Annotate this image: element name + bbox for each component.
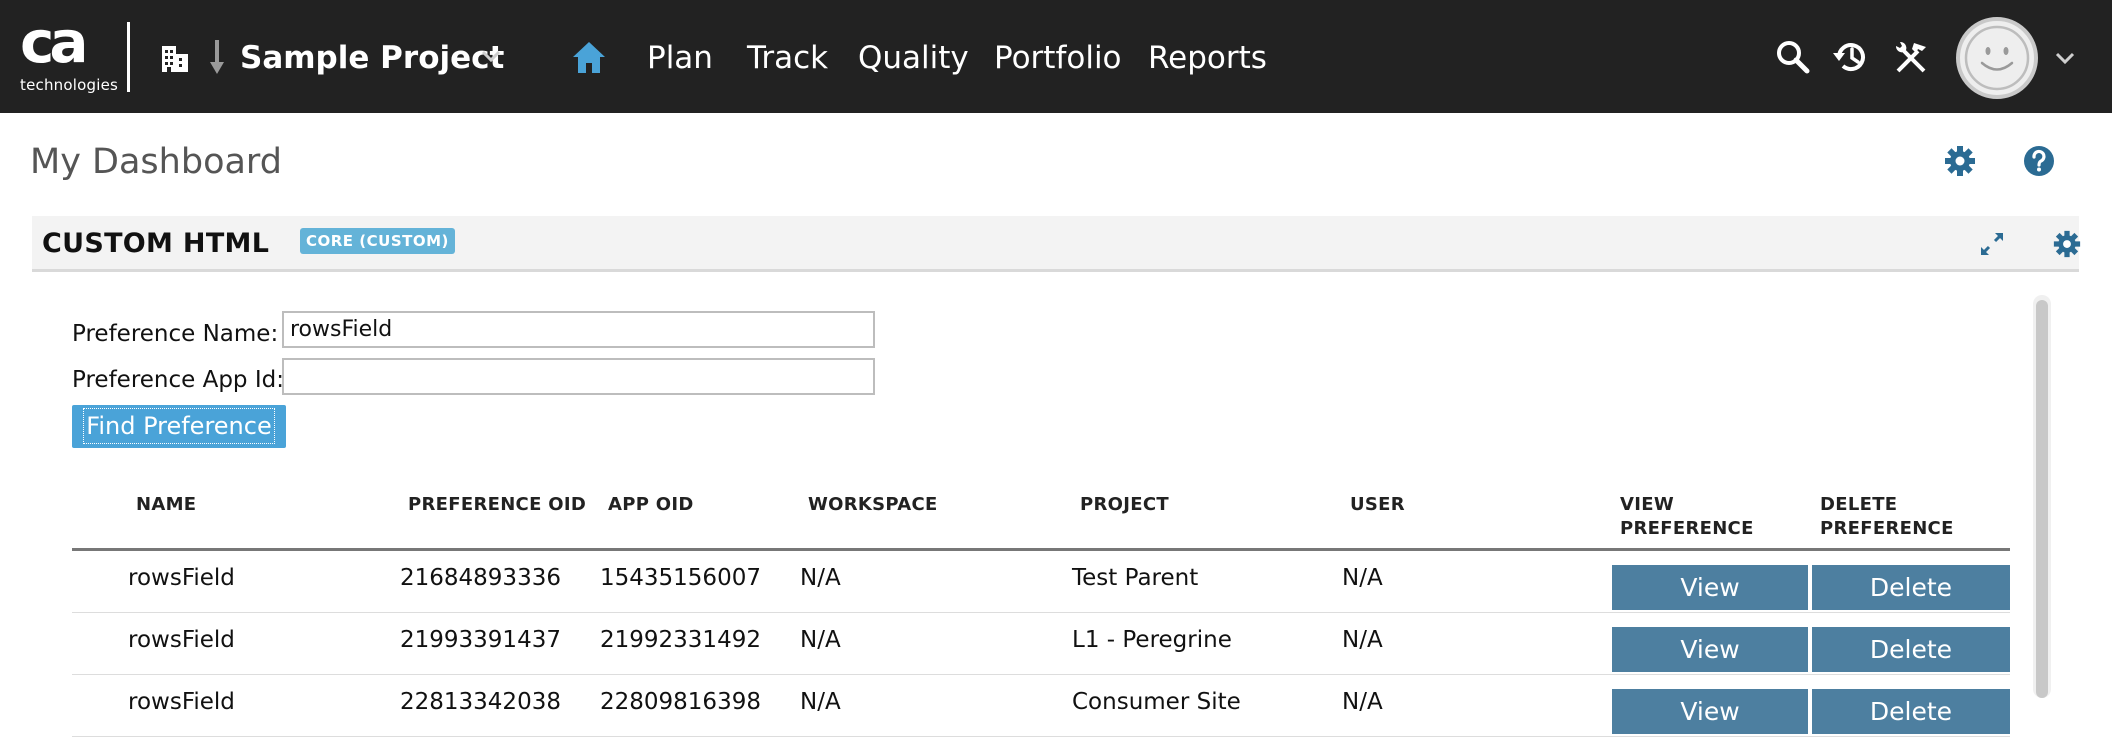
expand-icon[interactable]: [1978, 230, 2006, 258]
ca-technologies-logo[interactable]: ca technologies: [18, 10, 118, 96]
cell-preference-oid: 21993391437: [400, 627, 561, 653]
column-header-delete-preference: DELETE PREFERENCE: [1820, 494, 1954, 539]
cell-project: Consumer Site: [1072, 689, 1241, 715]
arrow-down-icon: [210, 40, 224, 74]
preference-app-id-label: Preference App Id:: [72, 367, 284, 393]
cell-project: L1 - Peregrine: [1072, 627, 1232, 653]
tools-icon[interactable]: [1892, 38, 1930, 76]
delete-button[interactable]: Delete: [1812, 627, 2010, 672]
nav-portfolio[interactable]: Portfolio: [994, 38, 1122, 78]
help-icon[interactable]: [2023, 145, 2055, 177]
delete-button[interactable]: Delete: [1812, 689, 2010, 734]
cell-user: N/A: [1342, 565, 1383, 591]
home-icon[interactable]: [571, 40, 607, 74]
find-preference-button[interactable]: Find Preference: [72, 405, 286, 448]
column-header-name: NAME: [136, 494, 197, 515]
cell-name: rowsField: [128, 689, 235, 715]
scrollbar-thumb[interactable]: [2036, 300, 2048, 698]
cell-preference-oid: 21684893336: [400, 565, 561, 591]
cell-name: rowsField: [128, 565, 235, 591]
cell-workspace: N/A: [800, 627, 841, 653]
smiley-face-icon: [1964, 25, 2030, 91]
logo-mark: ca: [20, 8, 88, 76]
cell-workspace: N/A: [800, 565, 841, 591]
search-icon[interactable]: [1774, 38, 1812, 76]
delete-button[interactable]: Delete: [1812, 565, 2010, 610]
panel-type-badge: CORE (CUSTOM): [300, 228, 455, 254]
table-row: rowsField 21684893336 15435156007 N/A Te…: [72, 551, 2010, 613]
view-button[interactable]: View: [1612, 565, 1808, 610]
column-header-project: PROJECT: [1080, 494, 1169, 515]
cell-project: Test Parent: [1072, 565, 1199, 591]
nav-track[interactable]: Track: [747, 38, 828, 78]
nav-quality[interactable]: Quality: [858, 38, 969, 78]
panel-title: CUSTOM HTML: [42, 228, 270, 259]
column-header-app-oid: APP OID: [608, 494, 694, 515]
view-button[interactable]: View: [1612, 627, 1808, 672]
view-button[interactable]: View: [1612, 689, 1808, 734]
cell-app-oid: 15435156007: [600, 565, 761, 591]
cell-workspace: N/A: [800, 689, 841, 715]
user-avatar[interactable]: [1956, 17, 2038, 99]
cell-app-oid: 22809816398: [600, 689, 761, 715]
chevron-down-icon[interactable]: [480, 48, 502, 64]
history-icon[interactable]: [1832, 38, 1870, 76]
logo-subtext: technologies: [20, 76, 119, 94]
preference-name-label: Preference Name:: [72, 321, 279, 347]
project-selector[interactable]: Sample Project: [240, 38, 504, 78]
top-navigation-bar: ca technologies Sample Project Plan Trac…: [0, 0, 2112, 113]
table-row: rowsField 21993391437 21992331492 N/A L1…: [72, 613, 2010, 675]
column-header-workspace: WORKSPACE: [808, 494, 938, 515]
cell-name: rowsField: [128, 627, 235, 653]
panel-body: Preference Name: Preference App Id: Find…: [32, 275, 2079, 737]
cell-user: N/A: [1342, 627, 1383, 653]
column-header-user: USER: [1350, 494, 1405, 515]
page-title: My Dashboard: [30, 142, 282, 182]
preference-app-id-input[interactable]: [282, 358, 875, 395]
cell-preference-oid: 22813342038: [400, 689, 561, 715]
preference-name-input[interactable]: [282, 311, 875, 348]
cell-user: N/A: [1342, 689, 1383, 715]
cell-app-oid: 21992331492: [600, 627, 761, 653]
logo-divider: [127, 22, 130, 92]
column-header-preference-oid: PREFERENCE OID: [408, 494, 587, 515]
dashboard-settings-gear-icon[interactable]: [1944, 145, 1976, 177]
workspace-building-icon[interactable]: [160, 42, 192, 74]
user-menu-chevron-icon[interactable]: [2054, 50, 2076, 66]
find-preference-label: Find Preference: [83, 408, 275, 444]
column-header-view-preference: VIEW PREFERENCE: [1620, 494, 1754, 539]
table-row: rowsField 22813342038 22809816398 N/A Co…: [72, 675, 2010, 737]
panel-header: CUSTOM HTML CORE (CUSTOM): [32, 216, 2081, 272]
nav-reports[interactable]: Reports: [1148, 38, 1267, 78]
nav-plan[interactable]: Plan: [647, 38, 713, 78]
panel-settings-gear-icon[interactable]: [2053, 230, 2081, 258]
